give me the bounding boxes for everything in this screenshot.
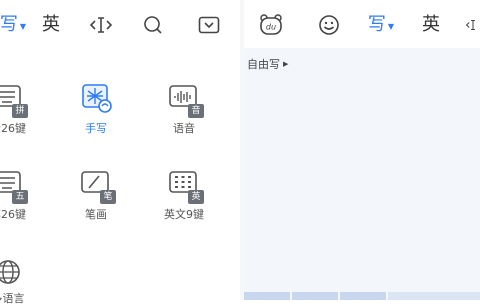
keyboard-icon: 拼 (0, 82, 28, 118)
handwrite-mode-label: 写 (0, 14, 18, 35)
input-method-panel: 写 ▼ 英 拼 26键 手写 音 语音 五 26键 笔 笔画 英 英文9键 语言 (0, 0, 240, 305)
handwrite-mode-button[interactable]: 写 ▼ (0, 8, 26, 42)
mode-label: 多语言 (0, 292, 25, 305)
mode-tag: 英 (188, 190, 204, 204)
free-write-label: 自由写 (247, 58, 280, 71)
dropdown-caret-icon: ▼ (19, 21, 27, 31)
english-mode-label: 英 (422, 14, 440, 35)
collapse-keyboard-icon (198, 16, 220, 34)
mode-tag: 五 (12, 190, 28, 204)
bottom-key[interactable] (340, 292, 388, 300)
baidu-logo-button[interactable]: du (258, 8, 284, 42)
handwrite-mode-button[interactable]: 写 ▼ (366, 8, 396, 42)
handwriting-icon (76, 82, 116, 118)
collapse-keyboard-button[interactable] (196, 8, 222, 42)
free-write-toggle[interactable]: 自由写 ▶ (247, 56, 288, 72)
bottom-key[interactable] (292, 292, 340, 300)
cursor-move-button[interactable] (466, 8, 480, 42)
handwriting-panel: du 写 ▼ 英 自由写 ▶ (244, 0, 480, 300)
search-button[interactable] (140, 8, 166, 42)
mode-english-9[interactable]: 英 英文9键 (149, 168, 219, 224)
mode-label: 笔画 (85, 208, 107, 221)
dropdown-caret-icon: ▼ (387, 21, 395, 31)
mode-label: 英文9键 (164, 208, 204, 221)
play-triangle-icon: ▶ (283, 60, 289, 68)
bottom-key[interactable] (244, 292, 292, 300)
bottom-key[interactable] (388, 292, 480, 300)
mode-label: 语音 (173, 122, 195, 135)
globe-icon (0, 258, 28, 294)
svg-text:du: du (266, 23, 276, 32)
mode-voice[interactable]: 音 语音 (149, 82, 219, 138)
bottom-key-row (244, 292, 480, 300)
search-icon (144, 16, 162, 34)
cursor-move-icon (466, 20, 475, 30)
handwrite-mode-label: 写 (367, 14, 386, 35)
mode-pinyin-26[interactable]: 拼 音26键 (0, 82, 43, 138)
keyboard-icon: 五 (0, 168, 28, 204)
mode-tag: 音 (188, 104, 204, 118)
mode-stroke[interactable]: 笔 笔画 (61, 168, 131, 224)
emoji-button[interactable] (316, 8, 342, 42)
bear-paw-logo-icon: du (260, 14, 282, 35)
mode-label: 手写 (85, 122, 107, 135)
mode-label: 笔26键 (0, 208, 26, 221)
voice-icon: 音 (164, 82, 204, 118)
english-mode-button[interactable]: 英 (38, 8, 64, 42)
cursor-move-button[interactable] (88, 8, 114, 42)
handwriting-canvas[interactable]: 自由写 ▶ (244, 48, 480, 292)
mode-tag: 笔 (100, 190, 116, 204)
keypad-icon: 英 (164, 168, 204, 204)
mode-multilingual[interactable]: 多语言 (0, 258, 43, 306)
mode-label: 音26键 (0, 122, 26, 135)
stroke-icon: 笔 (76, 168, 116, 204)
english-mode-label: 英 (42, 14, 60, 35)
smiley-icon (319, 15, 339, 35)
cursor-move-icon (90, 17, 112, 33)
keyboard-toolbar: 写 ▼ 英 (0, 0, 240, 48)
mode-wubi-26[interactable]: 五 笔26键 (0, 168, 43, 224)
mode-handwriting[interactable]: 手写 (61, 82, 131, 138)
english-mode-button[interactable]: 英 (418, 8, 444, 42)
mode-tag: 拼 (12, 104, 28, 118)
handwriting-toolbar: du 写 ▼ 英 (244, 0, 480, 48)
